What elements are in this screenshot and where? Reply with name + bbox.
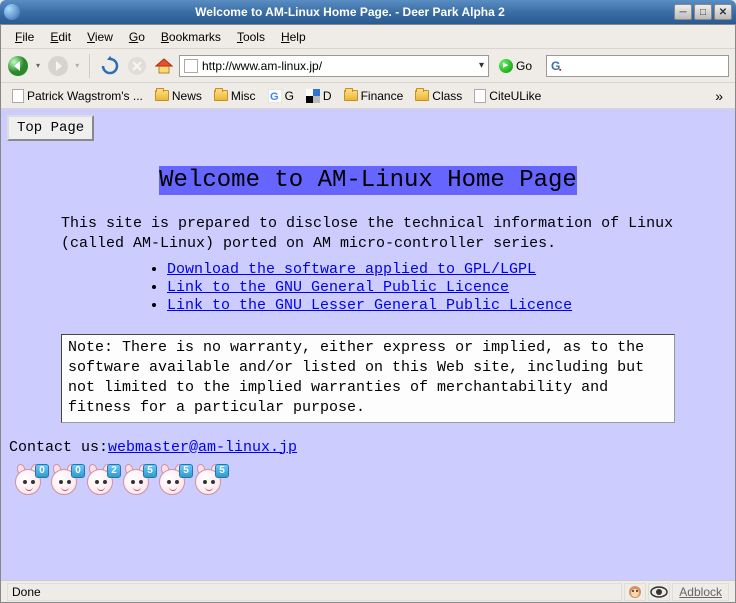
google-icon: G bbox=[268, 89, 282, 103]
counter-digit: 5 bbox=[195, 466, 227, 498]
contact-email-link[interactable]: webmaster@am-linux.jp bbox=[108, 439, 297, 456]
gpl-link[interactable]: Link to the GNU General Public Licence bbox=[167, 279, 509, 296]
svg-text:▪: ▪ bbox=[559, 67, 562, 73]
bookmarks-overflow[interactable]: » bbox=[709, 88, 729, 104]
bookmark-class[interactable]: Class bbox=[410, 87, 467, 105]
page-favicon bbox=[184, 59, 198, 73]
folder-icon bbox=[415, 90, 429, 101]
bookmark-finance[interactable]: Finance bbox=[339, 87, 409, 105]
page-heading: Welcome to AM-Linux Home Page bbox=[7, 167, 729, 194]
go-icon bbox=[499, 59, 513, 73]
intro-text: This site is prepared to disclose the te… bbox=[61, 214, 679, 255]
url-dropdown[interactable]: ▾ bbox=[479, 60, 484, 71]
stop-icon bbox=[127, 56, 147, 76]
menu-edit[interactable]: Edit bbox=[42, 28, 79, 46]
delicious-icon bbox=[306, 89, 320, 103]
statusbar: Done Adblock bbox=[1, 580, 735, 602]
window-titlebar: Welcome to AM-Linux Home Page. - Deer Pa… bbox=[0, 0, 736, 24]
search-bar[interactable]: G▪ bbox=[546, 55, 729, 77]
bookmark-news[interactable]: News bbox=[150, 87, 207, 105]
forward-arrow-icon bbox=[47, 55, 69, 77]
back-arrow-icon bbox=[7, 55, 29, 77]
status-text: Done bbox=[7, 583, 622, 601]
reload-icon bbox=[100, 56, 120, 76]
home-button[interactable] bbox=[152, 52, 175, 80]
forward-button[interactable] bbox=[46, 52, 69, 80]
link-list: Download the software applied to GPL/LGP… bbox=[167, 261, 729, 314]
bookmark-g[interactable]: GG bbox=[263, 87, 299, 105]
page-content: Top Page Welcome to AM-Linux Home Page T… bbox=[1, 109, 735, 580]
url-bar[interactable]: ▾ bbox=[179, 55, 489, 77]
download-link[interactable]: Download the software applied to GPL/LGP… bbox=[167, 261, 536, 278]
back-button[interactable] bbox=[7, 52, 30, 80]
bookmark-misc[interactable]: Misc bbox=[209, 87, 261, 105]
adblock-button[interactable]: Adblock bbox=[672, 583, 729, 601]
list-item: Download the software applied to GPL/LGP… bbox=[167, 261, 729, 278]
app-icon bbox=[4, 4, 20, 20]
home-icon bbox=[154, 56, 174, 76]
go-button[interactable]: Go bbox=[493, 57, 538, 75]
bookmark-citeulike[interactable]: CiteULike bbox=[469, 87, 546, 105]
menubar: File Edit View Go Bookmarks Tools Help bbox=[1, 25, 735, 49]
counter-digit: 5 bbox=[123, 466, 155, 498]
bookmark-d[interactable]: D bbox=[301, 87, 337, 105]
maximize-button[interactable]: □ bbox=[694, 4, 712, 20]
contact-line: Contact us:webmaster@am-linux.jp bbox=[9, 439, 729, 456]
search-input[interactable] bbox=[569, 59, 724, 73]
reload-button[interactable] bbox=[98, 52, 121, 80]
menu-bookmarks[interactable]: Bookmarks bbox=[153, 28, 229, 46]
back-dropdown[interactable]: ▾ bbox=[34, 61, 42, 70]
list-item: Link to the GNU Lesser General Public Li… bbox=[167, 297, 729, 314]
svg-text:G: G bbox=[270, 91, 279, 103]
menu-go[interactable]: Go bbox=[121, 28, 153, 46]
top-page-button[interactable]: Top Page bbox=[7, 115, 94, 141]
folder-icon bbox=[214, 90, 228, 101]
window-title: Welcome to AM-Linux Home Page. - Deer Pa… bbox=[26, 5, 674, 19]
counter-digit: 5 bbox=[159, 466, 191, 498]
menu-view[interactable]: View bbox=[79, 28, 121, 46]
visitor-counter: 0 0 2 5 5 5 bbox=[15, 466, 729, 498]
menu-help[interactable]: Help bbox=[273, 28, 314, 46]
folder-icon bbox=[155, 90, 169, 101]
menu-file[interactable]: File bbox=[7, 28, 42, 46]
status-eye-icon[interactable] bbox=[648, 583, 670, 601]
counter-digit: 2 bbox=[87, 466, 119, 498]
status-monkey-icon[interactable] bbox=[624, 583, 646, 601]
minimize-button[interactable]: ─ bbox=[674, 4, 692, 20]
folder-icon bbox=[344, 90, 358, 101]
counter-digit: 0 bbox=[15, 466, 47, 498]
search-engine-icon[interactable]: G▪ bbox=[551, 59, 565, 73]
close-button[interactable]: ✕ bbox=[714, 4, 732, 20]
lgpl-link[interactable]: Link to the GNU Lesser General Public Li… bbox=[167, 297, 572, 314]
menu-tools[interactable]: Tools bbox=[229, 28, 273, 46]
bookmarks-toolbar: Patrick Wagstrom's ... News Misc GG D Fi… bbox=[1, 83, 735, 109]
navigation-toolbar: ▾ ▾ ▾ Go G▪ bbox=[1, 49, 735, 83]
url-input[interactable] bbox=[202, 59, 475, 73]
contact-label: Contact us: bbox=[9, 439, 108, 456]
forward-dropdown[interactable]: ▾ bbox=[73, 61, 81, 70]
bookmark-patrick[interactable]: Patrick Wagstrom's ... bbox=[7, 87, 148, 105]
page-icon bbox=[12, 89, 24, 103]
go-label: Go bbox=[516, 59, 532, 73]
warranty-note: Note: There is no warranty, either expre… bbox=[61, 334, 675, 423]
stop-button[interactable] bbox=[125, 52, 148, 80]
page-icon bbox=[474, 89, 486, 103]
counter-digit: 0 bbox=[51, 466, 83, 498]
list-item: Link to the GNU General Public Licence bbox=[167, 279, 729, 296]
